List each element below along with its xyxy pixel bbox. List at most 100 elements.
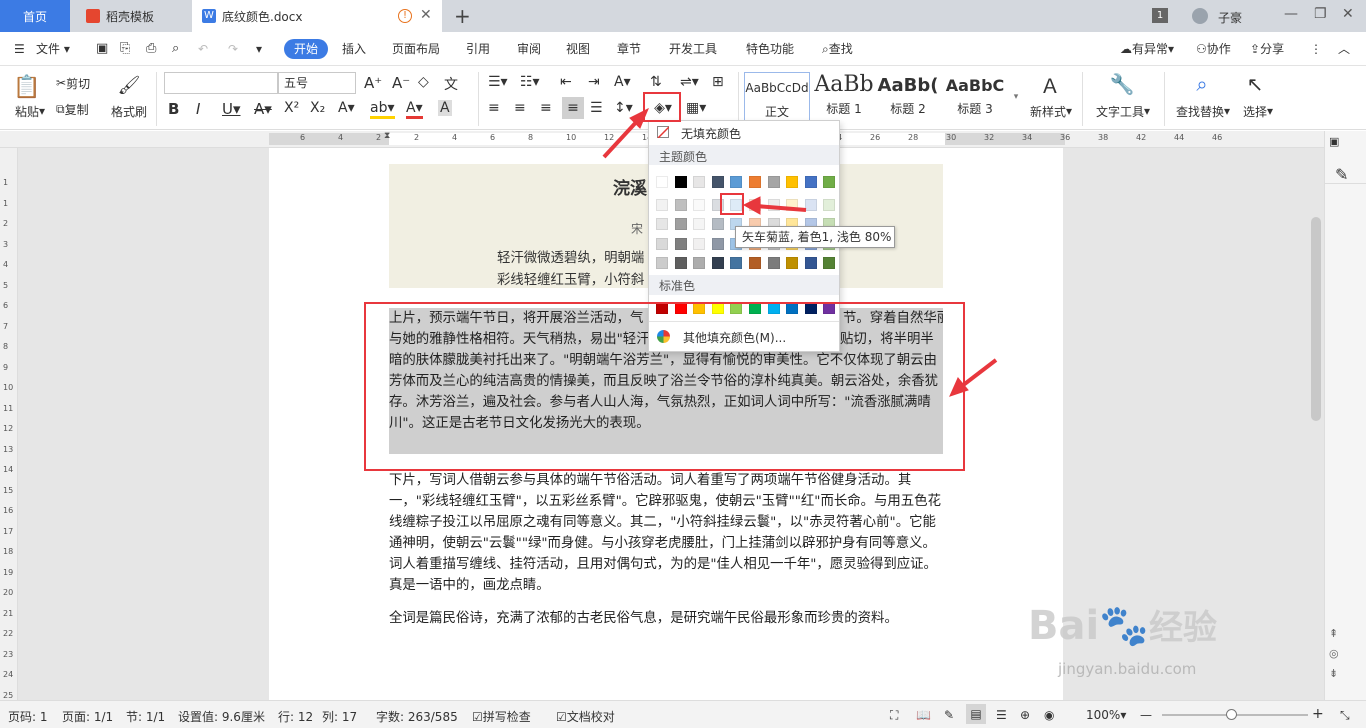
menu-chapter[interactable]: 章节 [617, 40, 641, 58]
save-icon[interactable]: ▣ [96, 40, 108, 58]
new-style-button[interactable]: 新样式 ▾ [1024, 102, 1078, 120]
paste-icon[interactable]: 📋 [10, 72, 44, 102]
justify-icon[interactable]: ≡ [562, 97, 584, 119]
zoom-level[interactable]: 100%▾ [1086, 708, 1126, 722]
spell-check-button[interactable]: ☑拼写检查 [472, 708, 531, 725]
theme-color-shade-swatch[interactable] [711, 218, 724, 231]
status-row[interactable]: 行: 12 [278, 708, 313, 725]
collab-button[interactable]: ⚇协作 [1196, 40, 1231, 58]
theme-color-swatch[interactable] [767, 176, 780, 188]
changes-button[interactable]: ☁有异常▾ [1120, 40, 1174, 58]
theme-color-shade-swatch[interactable] [693, 218, 706, 231]
doc-proof-button[interactable]: ☑文档校对 [556, 708, 615, 725]
char-shading-icon[interactable]: A [438, 100, 452, 116]
theme-color-shade-swatch[interactable] [823, 256, 836, 269]
shrink-font-icon[interactable]: A⁻ [392, 74, 410, 92]
select-button[interactable]: 选择 ▾ [1238, 102, 1278, 120]
subscript-icon[interactable]: X₂ [310, 100, 325, 116]
redo-icon[interactable]: ↷ [228, 40, 238, 58]
align-left-icon[interactable]: ≡ [488, 100, 500, 116]
status-section[interactable]: 节: 1/1 [126, 708, 165, 725]
menu-developer[interactable]: 开发工具 [669, 40, 717, 58]
cut-button[interactable]: ✂ 剪切 [56, 74, 90, 92]
menu-view[interactable]: 视图 [566, 40, 590, 58]
menu-references[interactable]: 引用 [466, 40, 490, 58]
menu-search[interactable]: ⌕查找 [822, 40, 853, 58]
theme-color-swatch[interactable] [804, 176, 817, 188]
restore-button[interactable]: ❐ [1314, 6, 1327, 22]
theme-color-shade-swatch[interactable] [767, 256, 780, 269]
status-setting[interactable]: 设置值: 9.6厘米 [178, 708, 265, 725]
theme-color-swatch[interactable] [711, 176, 724, 188]
italic-icon[interactable]: I [196, 100, 200, 118]
theme-color-shade-swatch[interactable] [674, 199, 687, 212]
sort-icon[interactable]: ⇅ [650, 74, 662, 90]
theme-color-shade-swatch[interactable] [711, 237, 724, 250]
tab-daoke[interactable]: 稻壳模板 [72, 0, 190, 32]
theme-color-swatch[interactable] [786, 176, 799, 188]
new-style-icon[interactable]: Ａ [1028, 70, 1072, 98]
theme-color-swatch[interactable] [693, 176, 706, 188]
fullscreen-icon[interactable]: ⛶ [890, 708, 898, 723]
window-count-badge[interactable]: 1 [1152, 8, 1168, 23]
style-heading-2[interactable]: AaBb( 标题 2 [876, 72, 940, 122]
align-center-icon[interactable]: ≡ [514, 100, 526, 116]
menu-file[interactable]: 文件 ▾ [36, 40, 70, 58]
no-fill-swatch[interactable] [657, 126, 669, 138]
borders-icon[interactable]: ▦▾ [686, 100, 706, 116]
theme-color-shade-swatch[interactable] [674, 237, 687, 250]
resize-icon[interactable]: ⤡ [1340, 708, 1350, 723]
theme-color-shade-swatch[interactable] [749, 199, 761, 212]
indent-marker-icon[interactable]: ⧗ [384, 131, 390, 141]
theme-color-shade-swatch[interactable] [786, 256, 799, 269]
export-icon[interactable]: ⎘ [120, 40, 130, 58]
print-icon[interactable]: ⎙ [146, 40, 156, 58]
copy-button[interactable]: ⧉ 复制 [56, 100, 89, 118]
theme-color-shade-swatch[interactable] [693, 237, 706, 250]
warning-icon[interactable]: ! [398, 9, 412, 23]
theme-color-shade-swatch[interactable] [656, 237, 668, 250]
more-icon[interactable]: ▾ [256, 40, 262, 58]
minimize-button[interactable]: — [1284, 6, 1298, 22]
style-heading-1[interactable]: AaBb 标题 1 [812, 72, 876, 122]
style-normal[interactable]: AaBbCcDd 正文 [744, 72, 810, 122]
reading-mode-icon[interactable]: 📖 [916, 708, 931, 722]
close-window-button[interactable]: ✕ [1342, 6, 1354, 22]
theme-color-shade-swatch[interactable] [767, 199, 780, 212]
close-tab-icon[interactable]: ✕ [420, 7, 432, 23]
table-tools-icon[interactable]: ⊞ [712, 74, 724, 90]
theme-color-swatch[interactable] [823, 176, 836, 188]
theme-color-shade-swatch[interactable] [656, 256, 668, 269]
select-cursor-icon[interactable]: ↖ [1240, 70, 1270, 98]
select-browse-icon[interactable]: ◎ [1329, 647, 1339, 660]
text-tools-button[interactable]: 文字工具 ▾ [1092, 102, 1154, 120]
undo-icon[interactable]: ↶ [198, 40, 208, 58]
bullets-icon[interactable]: ☰▾ [488, 74, 508, 90]
format-painter-icon[interactable]: 🖌 [112, 72, 146, 98]
eye-protect-icon[interactable]: ◉ [1044, 708, 1054, 722]
font-name-select[interactable] [164, 72, 278, 94]
menu-special[interactable]: 特色功能 [746, 40, 794, 58]
zoom-in-icon[interactable]: + [1312, 706, 1324, 722]
theme-color-shade-swatch[interactable] [693, 199, 706, 212]
numbering-icon[interactable]: ☷▾ [520, 74, 540, 90]
bold-icon[interactable]: B [168, 100, 179, 118]
tab-home[interactable]: 首页 [0, 0, 70, 32]
font-color-icon[interactable]: A▾ [406, 100, 423, 119]
text-effect-icon[interactable]: A▾ [338, 100, 355, 116]
highlight-icon[interactable]: ab▾ [370, 100, 395, 119]
theme-color-shade-swatch[interactable] [786, 199, 799, 212]
status-col[interactable]: 列: 17 [322, 708, 357, 725]
wrench-icon[interactable]: 🔧 [1102, 70, 1142, 98]
zoom-slider-thumb[interactable] [1226, 709, 1237, 720]
theme-color-swatch[interactable] [730, 176, 743, 188]
vertical-ruler[interactable]: 1 1 2 3 4 5 6 7 8 9 10 11 12 13 14 15 16 17 18 19 20 21 22 23 24… [0, 148, 18, 720]
collapse-ribbon-icon[interactable]: ︿ [1338, 40, 1350, 58]
more-menu-icon[interactable]: ⋮ [1310, 40, 1322, 58]
char-case-icon[interactable]: A▾ [614, 74, 631, 90]
outline-view-icon[interactable]: ☰ [996, 708, 1007, 722]
theme-color-shade-swatch[interactable] [730, 256, 743, 269]
font-size-select[interactable]: 五号 [278, 72, 356, 94]
pinyin-icon[interactable]: 文 [444, 74, 458, 94]
panel-icon[interactable]: ▣ [1329, 135, 1339, 148]
